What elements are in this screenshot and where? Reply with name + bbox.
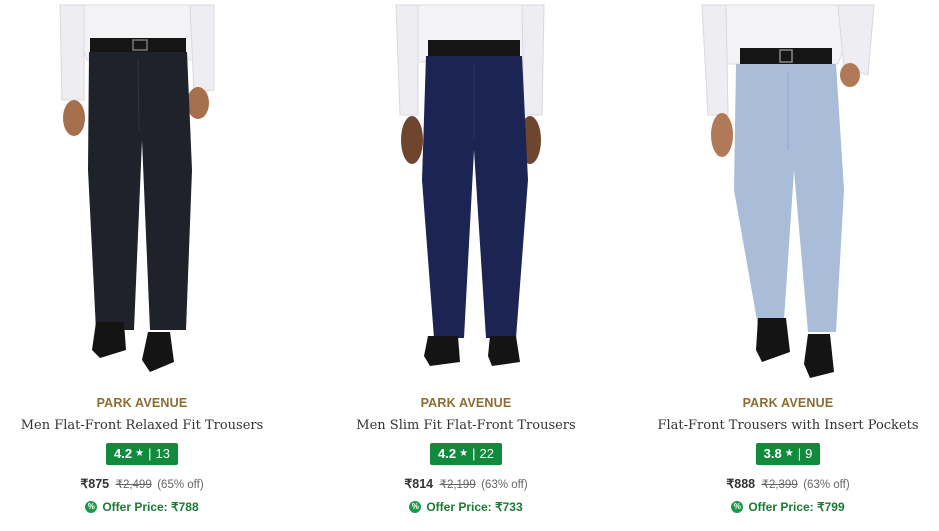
rating-count: 13 [155,446,170,461]
product-grid: PARK AVENUE Men Flat-Front Relaxed Fit T… [0,0,939,531]
product-image[interactable] [316,0,616,385]
product-name[interactable]: Men Flat-Front Relaxed Fit Trousers [0,417,292,435]
offer-price: % Offer Price: ₹788 [85,498,199,516]
discount-percent: (65% off) [157,479,204,491]
discount-percent: (63% off) [803,479,850,491]
rating-badge: 3.8 ★ | 9 [755,443,821,465]
trousers-photo-light-blue [701,4,875,378]
trousers-photo-navy [395,4,545,366]
mrp-price: ₹2,499 [115,479,152,491]
offer-percent-icon: % [731,501,744,513]
product-image[interactable] [638,0,938,385]
sale-price: ₹814 [404,477,434,491]
product-card[interactable]: PARK AVENUE Flat-Front Trousers with Ins… [638,0,938,531]
rating-value: 3.8 [763,446,782,461]
sale-price: ₹888 [726,477,756,491]
brand-name: PARK AVENUE [96,396,188,410]
brand-name: PARK AVENUE [742,396,834,410]
rating-value: 4.2 [438,446,457,461]
offer-percent-icon: % [85,501,98,513]
product-card[interactable]: PARK AVENUE Men Slim Fit Flat-Front Trou… [316,0,616,531]
offer-price: % Offer Price: ₹799 [731,498,845,516]
offer-price-text: Offer Price: ₹799 [748,500,845,514]
rating-badge: 4.2 ★ | 13 [106,443,178,465]
mrp-price: ₹2,199 [439,479,476,491]
price-row: ₹875 ₹2,499 (65% off) [0,475,292,493]
discount-percent: (63% off) [481,479,528,491]
rating-separator: | [148,446,152,461]
star-icon: ★ [784,448,794,459]
rating-badge: 4.2 ★ | 22 [430,443,502,465]
offer-percent-icon: % [409,501,422,513]
offer-price: % Offer Price: ₹733 [409,498,523,516]
sale-price: ₹875 [80,477,110,491]
rating-separator: | [472,446,476,461]
rating-count: 9 [805,446,813,461]
product-image[interactable] [0,0,292,385]
trousers-photo-dark [59,4,215,372]
price-row: ₹888 ₹2,399 (63% off) [638,475,938,493]
product-card[interactable]: PARK AVENUE Men Flat-Front Relaxed Fit T… [0,0,292,531]
offer-price-text: Offer Price: ₹733 [426,500,523,514]
star-icon: ★ [135,448,145,459]
brand-name: PARK AVENUE [420,396,512,410]
price-row: ₹814 ₹2,199 (63% off) [316,475,616,493]
rating-separator: | [797,446,802,461]
product-name[interactable]: Men Slim Fit Flat-Front Trousers [316,417,616,435]
star-icon: ★ [459,448,469,459]
offer-price-text: Offer Price: ₹788 [102,500,199,514]
product-name[interactable]: Flat-Front Trousers with Insert Pockets [638,417,938,435]
mrp-price: ₹2,399 [761,479,798,491]
rating-value: 4.2 [114,446,133,461]
rating-count: 22 [479,446,494,461]
